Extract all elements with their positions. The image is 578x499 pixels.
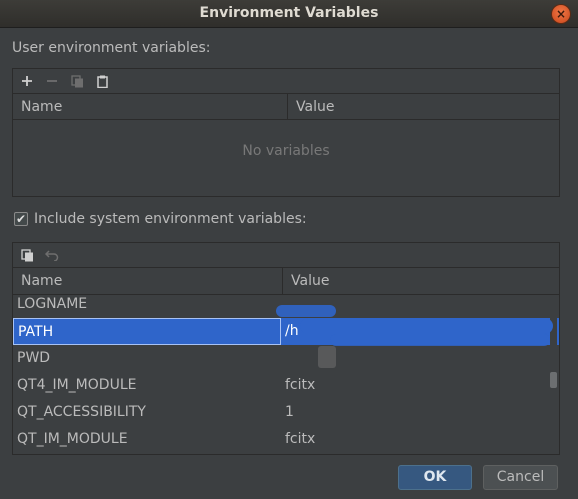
- table-row[interactable]: QT_IM_MODULE fcitx: [13, 426, 559, 453]
- table-row[interactable]: QT_ACCESSIBILITY 1: [13, 399, 559, 426]
- copy-icon[interactable]: [69, 73, 85, 89]
- column-name-header[interactable]: Name: [13, 94, 288, 119]
- include-system-checkbox[interactable]: ✔: [14, 212, 28, 226]
- user-env-label: User environment variables:: [12, 40, 211, 56]
- empty-table-message: No variables: [242, 143, 330, 159]
- column-name-header[interactable]: Name: [13, 268, 283, 294]
- column-value-header[interactable]: Value: [283, 268, 329, 294]
- variable-value: 1: [285, 404, 294, 420]
- copy-icon[interactable]: [19, 247, 35, 263]
- include-system-label: Include system environment variables:: [34, 211, 307, 227]
- variable-name: PATH: [13, 318, 281, 345]
- include-system-option[interactable]: ✔ Include system environment variables:: [14, 211, 307, 227]
- user-env-panel: Name Value No variables: [12, 68, 560, 197]
- variable-name: QT4_IM_MODULE: [17, 377, 137, 393]
- cancel-button[interactable]: Cancel: [483, 465, 558, 490]
- system-env-panel: Name Value LOGNAME PATH /h PWD QT4_IM_MO…: [12, 242, 560, 455]
- variable-value: fcitx: [285, 377, 316, 393]
- variable-name: QT_ACCESSIBILITY: [17, 404, 146, 420]
- system-env-toolbar: [13, 243, 559, 268]
- window-title: Environment Variables: [199, 5, 379, 21]
- user-env-table-body[interactable]: No variables: [13, 120, 559, 196]
- scrollbar-thumb[interactable]: [550, 372, 557, 388]
- checkmark-icon: ✔: [15, 212, 27, 226]
- close-icon: ×: [555, 7, 567, 21]
- title-bar: Environment Variables ×: [0, 0, 578, 28]
- user-env-toolbar: [13, 69, 559, 94]
- plus-icon[interactable]: [19, 73, 35, 89]
- redaction-mark: [318, 346, 336, 368]
- table-row[interactable]: PWD: [13, 345, 559, 372]
- system-env-table-header: Name Value: [13, 268, 559, 295]
- undo-icon[interactable]: [44, 247, 60, 263]
- minus-icon[interactable]: [44, 73, 60, 89]
- vertical-scrollbar[interactable]: [550, 296, 557, 454]
- close-button[interactable]: ×: [552, 5, 570, 23]
- redaction-mark: [300, 318, 553, 334]
- column-value-header[interactable]: Value: [288, 94, 334, 119]
- variable-name: PWD: [17, 350, 51, 366]
- paste-icon[interactable]: [94, 73, 110, 89]
- variable-name: QT_IM_MODULE: [17, 431, 128, 447]
- user-env-table-header: Name Value: [13, 94, 559, 120]
- redaction-mark: [276, 305, 336, 317]
- redaction-mark: [330, 334, 550, 346]
- variable-value: fcitx: [285, 431, 316, 447]
- ok-button[interactable]: OK: [398, 465, 472, 490]
- variable-name: LOGNAME: [17, 296, 88, 312]
- table-row[interactable]: QT4_IM_MODULE fcitx: [13, 372, 559, 399]
